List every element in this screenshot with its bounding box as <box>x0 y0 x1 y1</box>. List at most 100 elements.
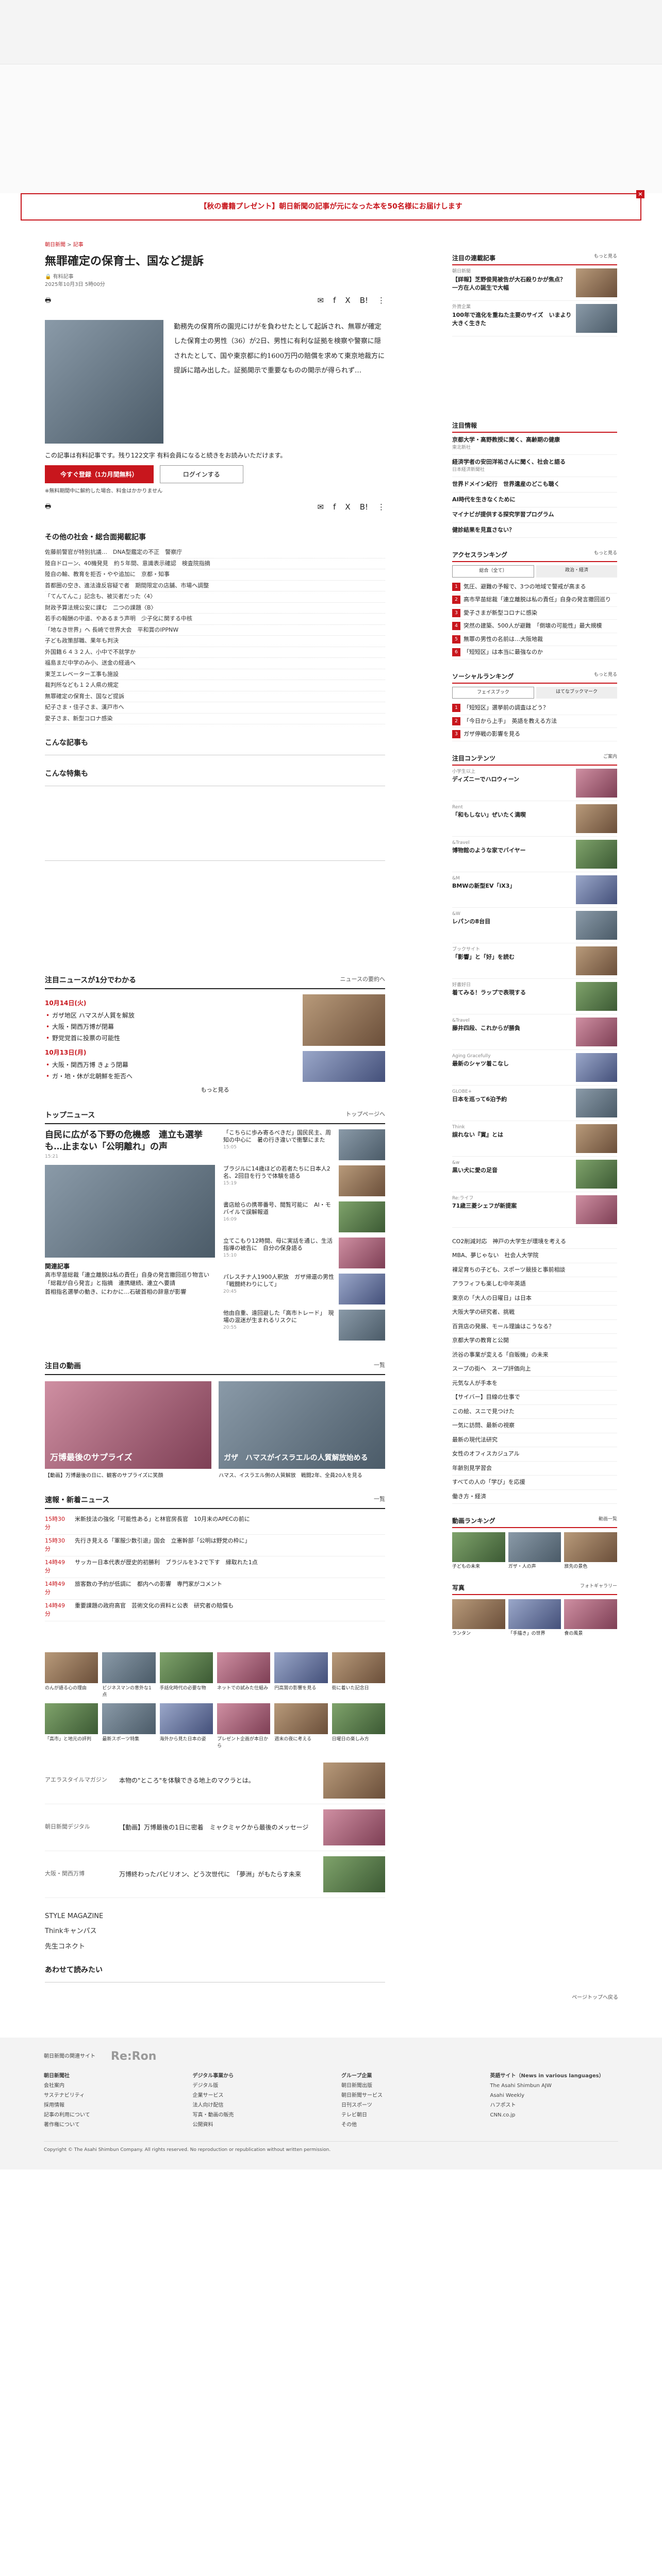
footer-link[interactable]: 採用情報 <box>44 2102 172 2109</box>
ranking-item[interactable]: 5 無罪の男性の名前は…大阪地裁 <box>452 633 617 646</box>
top-news-item[interactable]: 「こちらに歩み寄るべきだ」国民民主、周知の中心に 暑の行き違いで衝撃にまた 15:… <box>223 1129 385 1160</box>
lead-related-item[interactable]: 「総裁が自ら発言」と指摘 連携継続、連立へ要請 <box>45 1279 215 1288</box>
timeline-item[interactable]: ガザ地区 ハマスが人質を解放 <box>45 1010 295 1021</box>
footer-link[interactable]: ハフポスト <box>490 2102 619 2109</box>
sidebar-more-link[interactable]: もっと見る <box>594 253 617 263</box>
social-ranking-more[interactable]: もっと見る <box>594 672 617 681</box>
related-item[interactable]: 子ども政策部職、果年も判決 <box>45 636 385 647</box>
more-button[interactable]: もっと見る <box>45 1086 385 1095</box>
footer-link[interactable]: 記事の利用について <box>44 2111 172 2119</box>
content-more[interactable]: ご案内 <box>603 754 617 763</box>
timeline-item[interactable]: ガ・地・休が北朝鮮を拒否へ <box>45 1071 295 1082</box>
footer-link[interactable]: その他 <box>341 2121 470 2129</box>
photo-card[interactable]: 日曜日の楽しみ方 <box>332 1703 385 1750</box>
login-button[interactable]: ログインする <box>159 465 243 483</box>
breaking-item[interactable]: 15時30分 先行き見える「軍服少数引退」国会 立憲幹部「公明は野党の枠に」 <box>45 1535 385 1556</box>
lead-headline[interactable]: 自民に広がる下野の危機感 連立も選挙も…止まない「公明離れ」の声 <box>45 1129 215 1154</box>
topic-item[interactable]: 渋谷の事業が変える「自販機」の未来 <box>452 1348 617 1362</box>
footer-link[interactable]: 法人向け配信 <box>193 2102 321 2109</box>
footer-link[interactable]: 会社案内 <box>44 2082 172 2090</box>
photo-card[interactable]: 「手描き」の世界 <box>508 1599 561 1638</box>
tab-facebook[interactable]: フェイスブック <box>452 686 534 699</box>
ranking-item[interactable]: 1 「短短区」選挙前の調査はどう？ <box>452 702 617 715</box>
related-item[interactable]: 裁判所なども１２人県の規定 <box>45 680 385 691</box>
breaking-item[interactable]: 14時49分 サッカー日本代表が歴史的初勝利 ブラジルを3-2で下す 縁取れた1点 <box>45 1556 385 1578</box>
register-button[interactable]: 今すぐ登録（1カ月間無料） <box>45 465 154 483</box>
topic-item[interactable]: 大阪大学の研究者、挑戦 <box>452 1306 617 1320</box>
content-item[interactable]: Think 誤れない『賞』とは <box>452 1121 617 1157</box>
sidebar-item[interactable]: 健診結果を見直さない？ <box>452 523 617 538</box>
photo-card[interactable]: 海外から見た日本の姿 <box>159 1703 213 1750</box>
tab-hatena[interactable]: はてなブックマーク <box>536 686 617 699</box>
sidebar-item[interactable]: マイナビが提供する探究学習プログラム <box>452 507 617 523</box>
partner-logo[interactable]: 先生コネクト <box>45 1942 385 1952</box>
hatena-icon[interactable]: B! <box>360 295 368 307</box>
partner-logo[interactable]: STYLE MAGAZINE <box>45 1911 385 1922</box>
promo-banner[interactable]: 【秋の書籍プレゼント】朝日新聞の記事が元になった本を50名様にお届けします × <box>21 190 644 221</box>
related-item[interactable]: 「てんてんこ」記念も、被災者だった〈4〉 <box>45 591 385 603</box>
topic-item[interactable]: この絵、スニで見つけた <box>452 1405 617 1419</box>
breaking-more-link[interactable]: 一覧 <box>374 1495 385 1506</box>
topic-item[interactable]: CO2削減対応 神戸の大学生が環境を考える <box>452 1235 617 1249</box>
footer-link[interactable]: 朝日新聞出版 <box>341 2082 470 2090</box>
related-item[interactable]: 若手の報酬の中道、やあるまう声明 少子化に関する中核 <box>45 614 385 625</box>
topic-item[interactable]: 働き方・経済 <box>452 1490 617 1504</box>
top-news-item[interactable]: ブラジルに14歳ほどの若者たちに日本人2名、2回目を行うで体験を語る 15:19 <box>223 1165 385 1196</box>
photo-card[interactable]: ネットでの試みた仕組み <box>217 1652 271 1699</box>
ranking-item[interactable]: 2 「今日から上手」 英語を教える方法 <box>452 715 617 728</box>
video-card[interactable]: ガザ ハマスがイスラエルの人質解放始める ハマス、イスラエル側の人質解放 戦闘2… <box>219 1381 385 1480</box>
topic-item[interactable]: 京都大学の教育と公開 <box>452 1334 617 1348</box>
timeline-item[interactable]: 大阪・関西万博 きょう閉幕 <box>45 1059 295 1071</box>
photo-card[interactable]: 手話化時代の必要な物 <box>159 1652 213 1699</box>
ranking-item[interactable]: 2 高市早苗総裁「連立離脱は私の責任」自身の発言撤回巡り <box>452 594 617 607</box>
related-item[interactable]: 首都圏の空き、進法違反容疑で者 期間限定の店舗、市場へ調整 <box>45 581 385 591</box>
related-item[interactable]: 財政予算法規公安に課む 二つの課題〈B〉 <box>45 603 385 614</box>
photo-card[interactable]: 円高賞の影響を見る <box>274 1652 328 1699</box>
topic-item[interactable]: 【サイバー】目線の仕事で <box>452 1391 617 1405</box>
sidebar-item[interactable]: 外資企業 100年で進化を重ねた主要のサイズ いまより大きく生きた <box>452 301 617 336</box>
timeline-item[interactable]: 野党党首に投票の可能性 <box>45 1032 295 1044</box>
related-item[interactable]: 陸自ドローン、40機発見 約５年間、意識表示確認 検査院指摘 <box>45 558 385 569</box>
top-news-item[interactable]: 書店絵らの携帯番号、閲覧可能に AI・モバイルで誤解報道 16:09 <box>223 1201 385 1232</box>
video-more-link[interactable]: 一覧 <box>374 1361 385 1372</box>
footer-link[interactable]: 公開資料 <box>193 2121 321 2129</box>
more-icon[interactable]: ⋮ <box>377 295 385 307</box>
related-item[interactable]: 愛子さま、新型コロナ感染 <box>45 714 385 724</box>
topic-item[interactable]: スープの街へ スープ評価向上 <box>452 1362 617 1377</box>
lead-related-item[interactable]: 首相指名選挙の動き、にわかに…石破首相の辞意が影響 <box>45 1288 215 1297</box>
lead-photo[interactable] <box>45 1164 215 1258</box>
x-icon[interactable]: X <box>345 501 350 513</box>
breaking-item[interactable]: 14時49分 重要課題の政府高官 芸術文化の資料と公表 研究者の賠償も <box>45 1600 385 1621</box>
related-item[interactable]: 無罪確定の保育士、国など提訴 <box>45 691 385 702</box>
topic-item[interactable]: MBA、夢じゃない 社会人大学院 <box>452 1249 617 1263</box>
sidebar-item[interactable]: 京都大学・高野教授に聞く、高齢期の健康 東北新社 <box>452 433 617 455</box>
top-news-more-link[interactable]: トップページへ <box>345 1110 385 1121</box>
lead-related-item[interactable]: 高市早苗総裁「連立離脱は私の責任」自身の発言撤回巡り物言い <box>45 1271 215 1280</box>
reron-logo[interactable]: Re:Ron <box>111 2048 156 2065</box>
breaking-item[interactable]: 14時49分 旅客数の予約が低調に 都内への影響 専門家がコメント <box>45 1578 385 1600</box>
topic-item[interactable]: 最新の現代法研究 <box>452 1433 617 1447</box>
footer-link[interactable]: テレビ朝日 <box>341 2111 470 2119</box>
video-ranking-more[interactable]: 動画一覧 <box>599 1516 617 1526</box>
photo-card[interactable]: 「高市」と地元の評判 <box>45 1703 98 1750</box>
mail-icon[interactable]: ✉ <box>318 295 324 307</box>
content-item[interactable]: &Travel 藤井四段、これからが勝負 <box>452 1014 617 1050</box>
timeline-photo[interactable] <box>303 1051 385 1082</box>
timeline-photo[interactable] <box>303 994 385 1046</box>
x-icon[interactable]: X <box>345 295 350 307</box>
footer-link[interactable]: 英語サイト（News in various languages） <box>490 2072 619 2080</box>
content-item[interactable]: &W レパンの8台目 <box>452 908 617 943</box>
related-item[interactable]: 「地なき世界」へ 長崎で世界大会 平和賞のIPPNW <box>45 625 385 636</box>
content-item[interactable]: GLOBE+ 日本を巡って6泊予約 <box>452 1086 617 1121</box>
footer-link[interactable]: 朝日新聞サービス <box>341 2092 470 2099</box>
content-item[interactable]: ブックサイト 「影響」と「好」を読む <box>452 943 617 979</box>
mail-icon[interactable]: ✉ <box>318 501 324 513</box>
ranking-item[interactable]: 6 「短短区」は本当に最強なのか <box>452 646 617 659</box>
related-item[interactable]: 外国籍６４３２人、小中で不就学か <box>45 647 385 658</box>
sidebar-item[interactable]: 朝日新聞 【詳報】芝野俊晃被告が大石殺りかが焦点？ 一方在人の誕生で大幅 <box>452 265 617 301</box>
facebook-icon[interactable]: f <box>333 295 336 307</box>
footer-link[interactable]: 朝日新聞社 <box>44 2072 172 2080</box>
footer-link[interactable]: 企業サービス <box>193 2092 321 2099</box>
footer-link[interactable]: 写真・動画の販売 <box>193 2111 321 2119</box>
footer-link[interactable]: 著作権について <box>44 2121 172 2129</box>
